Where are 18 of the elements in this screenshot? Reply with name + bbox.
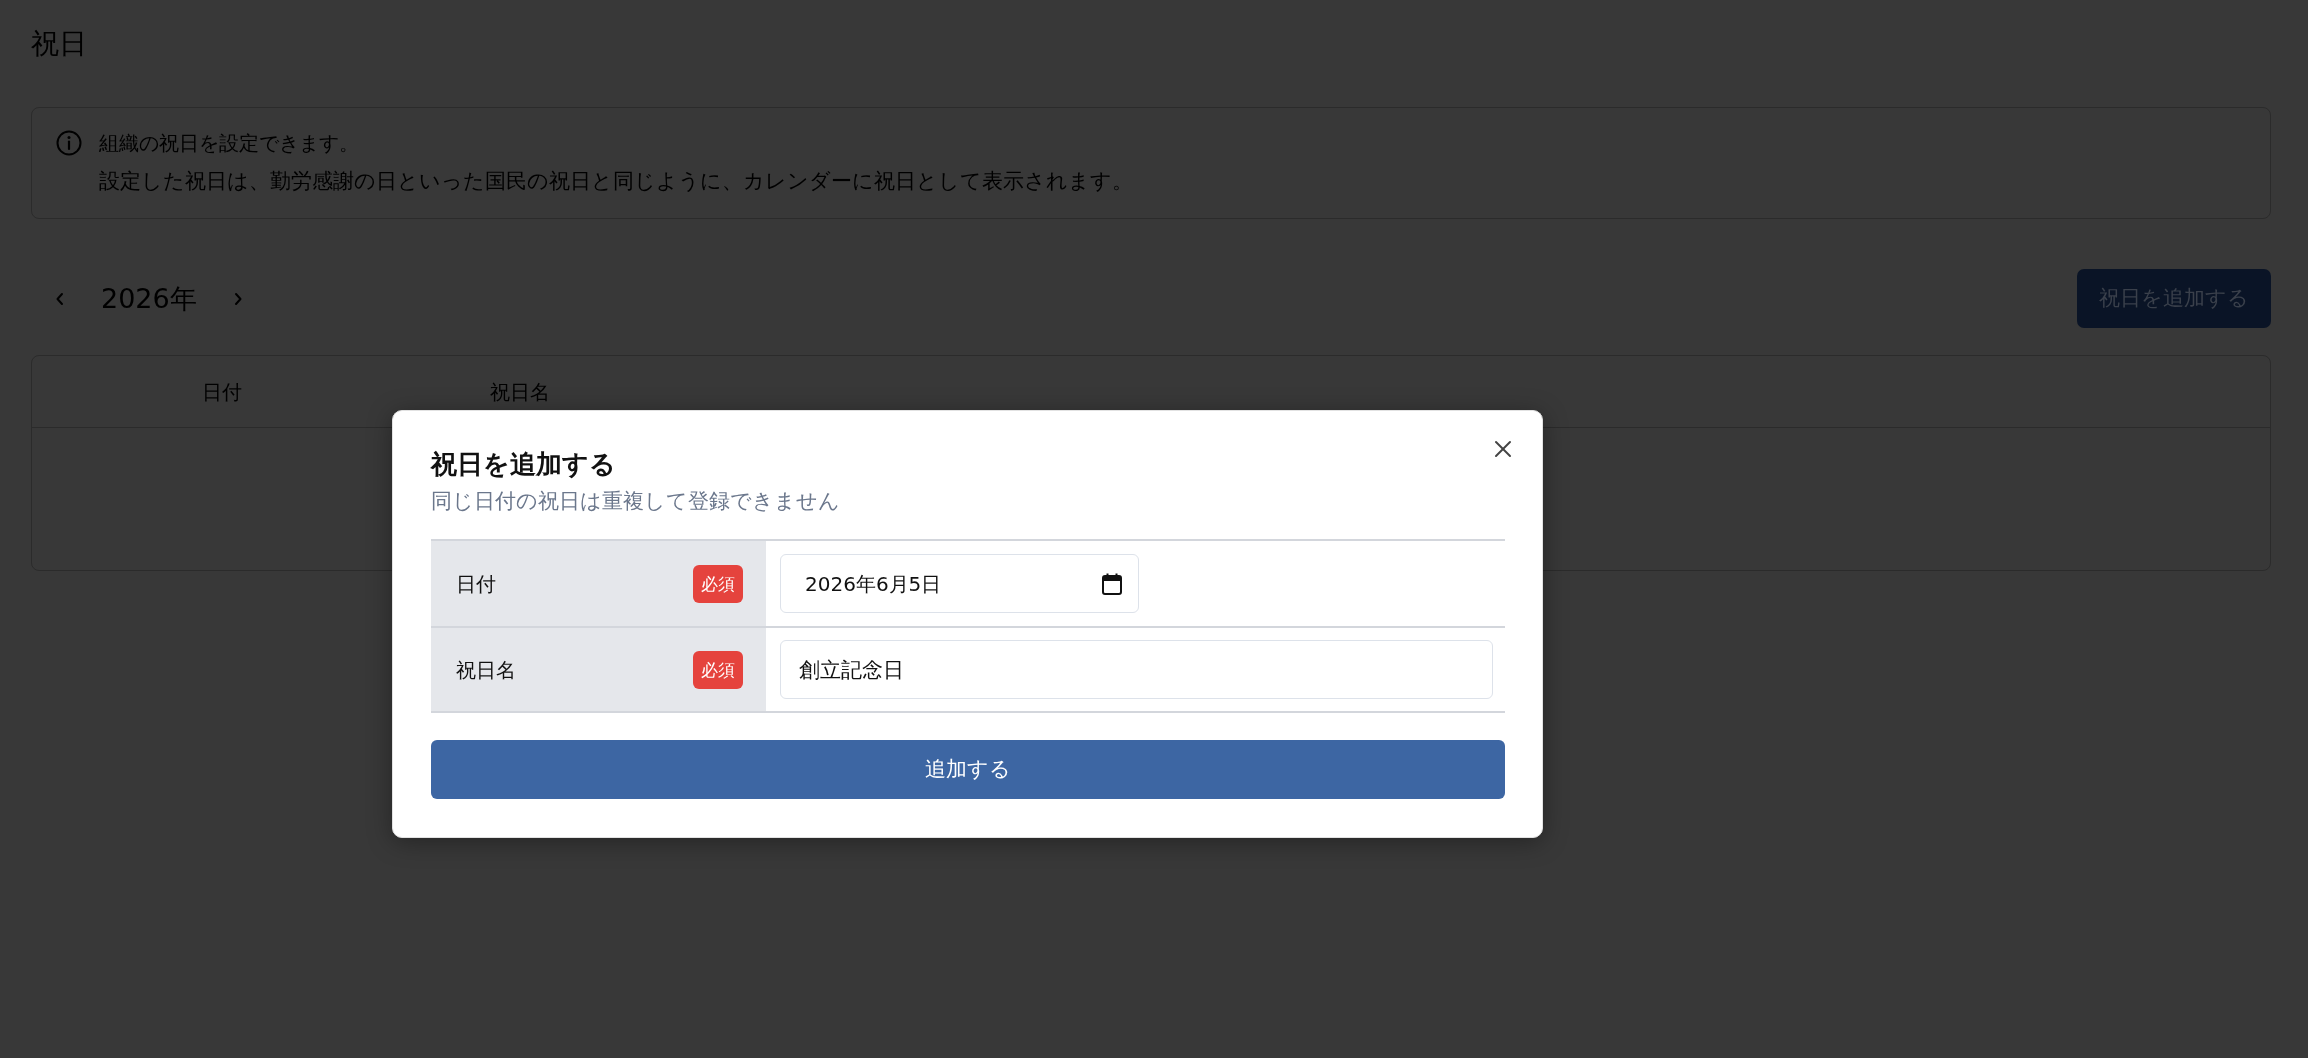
info-heading: 組織の祝日を設定できます。 — [99, 130, 360, 157]
info-text: 設定した祝日は、勤労感謝の日といった国民の祝日と同じように、カレンダーに祝日として表示されます。 — [99, 168, 1133, 195]
year-label: 2026年 — [101, 281, 197, 316]
column-header: 祝日名 — [489, 378, 550, 406]
calendar-icon[interactable] — [1102, 572, 1122, 595]
column-header: 日付 — [201, 378, 243, 406]
dialog-subtitle: 同じ日付の祝日は重複して登録できません — [431, 488, 841, 515]
info-icon — [56, 130, 82, 156]
page-title: 祝日 — [31, 26, 88, 62]
required-badge: 必須 — [693, 564, 743, 603]
required-badge: 必須 — [693, 650, 743, 689]
close-icon[interactable] — [1494, 440, 1512, 458]
text-field[interactable]: 創立記念日 — [780, 640, 1493, 699]
field-label: 祝日名 — [456, 656, 516, 684]
submit-button[interactable]: 追加する — [431, 740, 1505, 799]
date-field[interactable]: 2026年6月5日 — [780, 554, 1139, 613]
field-label: 日付 — [456, 570, 496, 598]
dialog-title: 祝日を追加する — [431, 448, 617, 481]
